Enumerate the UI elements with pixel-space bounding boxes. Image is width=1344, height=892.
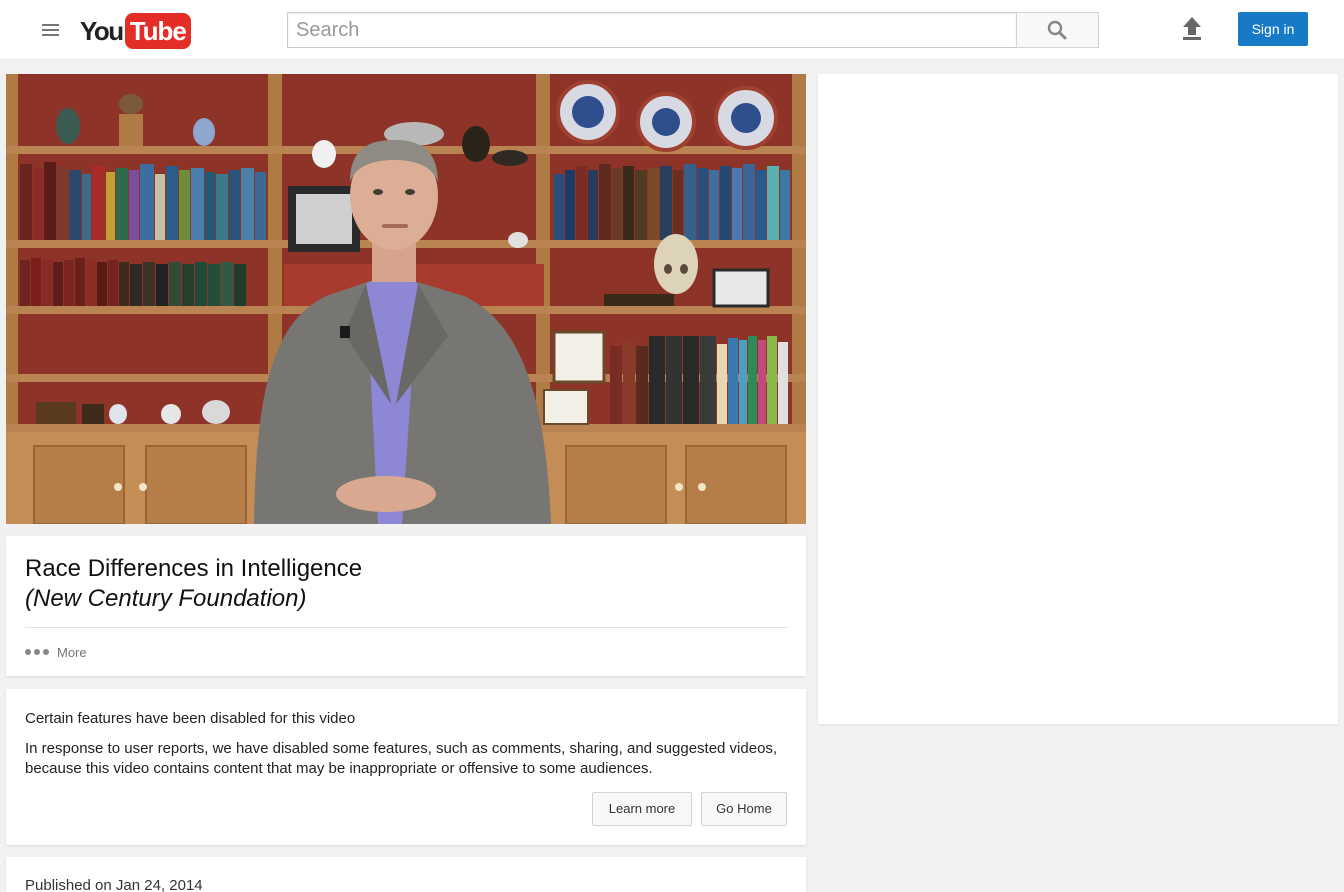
sidebar-panel <box>818 74 1338 724</box>
menu-icon[interactable] <box>38 18 64 42</box>
go-home-button[interactable]: Go Home <box>701 792 787 826</box>
video-title-main: Race Differences in Intelligence <box>25 555 363 582</box>
divider <box>25 627 787 628</box>
search-box <box>287 12 1017 48</box>
logo-you-text: You <box>80 16 124 46</box>
notice-heading: Certain features have been disabled for … <box>25 710 356 727</box>
notice-body: In response to user reports, we have dis… <box>25 740 778 777</box>
published-date: Published on Jan 24, 2014 <box>25 877 203 892</box>
video-frame <box>6 74 806 524</box>
video-info-card: Race Differences in Intelligence (New Ce… <box>6 536 806 676</box>
more-label: More <box>57 644 87 660</box>
masthead: You Tube Sign in <box>0 0 1344 60</box>
sign-in-button[interactable]: Sign in <box>1238 12 1308 46</box>
learn-more-button[interactable]: Learn more <box>592 792 692 826</box>
search-input[interactable] <box>288 13 1016 47</box>
logo-tube-text: Tube <box>124 13 191 49</box>
video-title-subtitle: (New Century Foundation) <box>25 585 307 612</box>
more-button[interactable]: More <box>25 642 87 662</box>
video-player[interactable] <box>6 74 806 524</box>
search-button[interactable] <box>1016 12 1099 48</box>
more-dots-icon <box>25 649 49 655</box>
video-title: Race Differences in Intelligence (New Ce… <box>25 554 362 614</box>
features-disabled-notice: Certain features have been disabled for … <box>6 689 806 845</box>
description-card: Published on Jan 24, 2014 <box>6 857 806 892</box>
search-icon <box>1047 20 1067 40</box>
youtube-logo[interactable]: You Tube <box>80 12 191 50</box>
upload-icon <box>1183 17 1201 40</box>
upload-button[interactable] <box>1178 14 1206 44</box>
